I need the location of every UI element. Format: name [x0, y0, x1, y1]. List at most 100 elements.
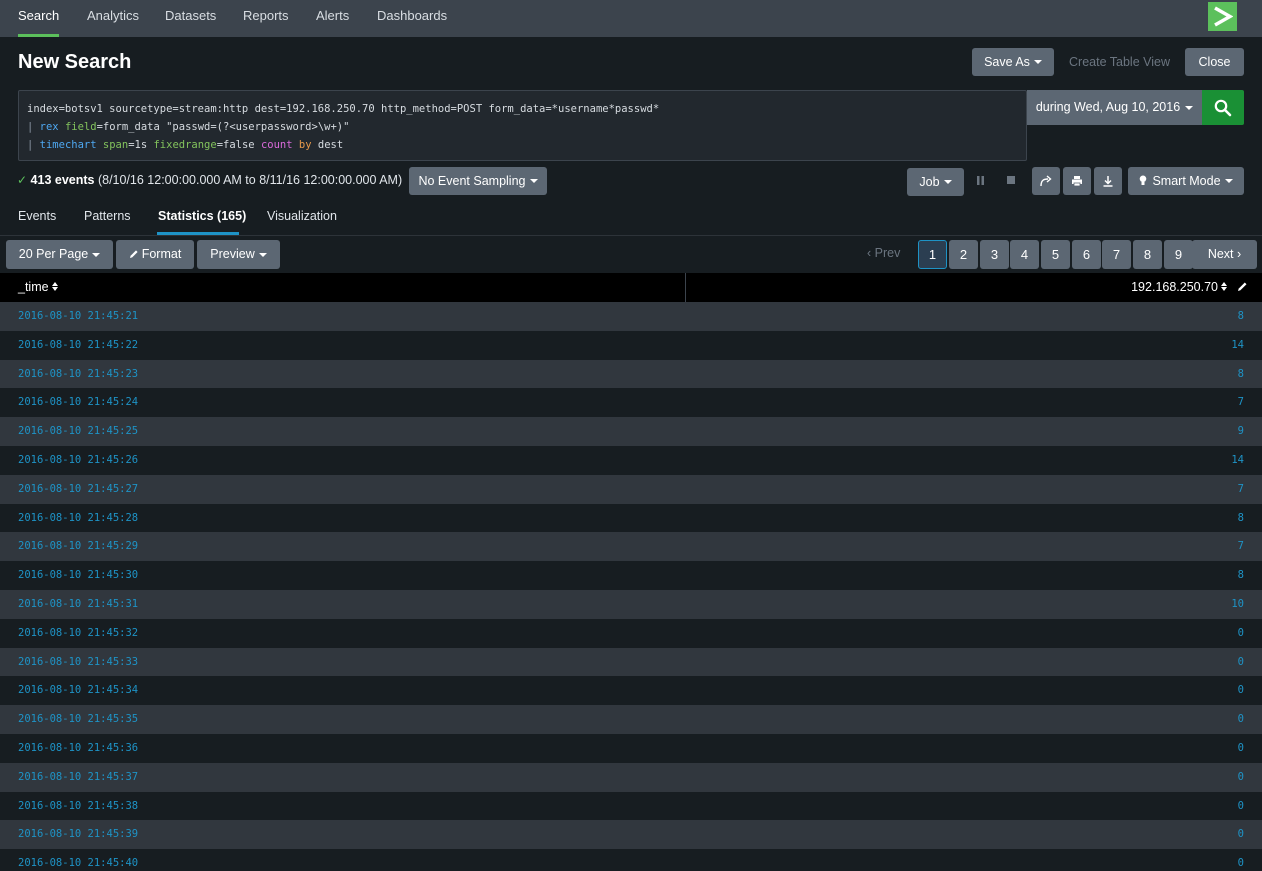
- cell-count[interactable]: 10: [1231, 598, 1244, 610]
- nav-datasets[interactable]: Datasets: [165, 0, 216, 37]
- cell-time[interactable]: 2016-08-10 21:45:25: [18, 425, 138, 437]
- nav-analytics[interactable]: Analytics: [87, 0, 139, 37]
- cell-time[interactable]: 2016-08-10 21:45:33: [18, 656, 138, 668]
- table-row: 2016-08-10 21:45:30 8: [0, 561, 1262, 590]
- cell-count[interactable]: 8: [1238, 569, 1244, 581]
- page-7-button[interactable]: 7: [1102, 240, 1131, 269]
- preview-dropdown[interactable]: Preview: [197, 240, 280, 269]
- search-mode-dropdown[interactable]: Smart Mode: [1128, 167, 1244, 195]
- save-as-button[interactable]: Save As: [972, 48, 1054, 76]
- cell-count[interactable]: 0: [1238, 656, 1244, 668]
- per-page-dropdown[interactable]: 20 Per Page: [6, 240, 113, 269]
- cell-count[interactable]: 7: [1238, 483, 1244, 495]
- cell-time[interactable]: 2016-08-10 21:45:37: [18, 771, 138, 783]
- cell-time[interactable]: 2016-08-10 21:45:35: [18, 713, 138, 725]
- query-text: dest: [311, 139, 344, 151]
- page-1-button[interactable]: 1: [918, 240, 947, 269]
- cell-count[interactable]: 0: [1238, 627, 1244, 639]
- table-body: 2016-08-10 21:45:21 8 2016-08-10 21:45:22 1…: [0, 302, 1262, 871]
- cell-count[interactable]: 14: [1231, 339, 1244, 351]
- tab-visualization[interactable]: Visualization: [267, 209, 337, 223]
- column-header-time[interactable]: _time: [18, 280, 59, 294]
- query-pipe: |: [27, 121, 40, 133]
- event-count: 413 events: [30, 173, 95, 187]
- chevron-down-icon: [92, 252, 101, 257]
- share-icon: [1040, 175, 1052, 187]
- stop-icon[interactable]: [1007, 176, 1016, 186]
- export-button[interactable]: [1094, 167, 1122, 195]
- column-header-time-label: _time: [18, 280, 49, 294]
- nav-search[interactable]: Search: [18, 0, 60, 37]
- cell-time[interactable]: 2016-08-10 21:45:36: [18, 742, 138, 754]
- close-button[interactable]: Close: [1185, 48, 1244, 76]
- nav-alerts[interactable]: Alerts: [316, 0, 349, 37]
- next-page-button[interactable]: Next ›: [1192, 240, 1257, 269]
- cell-count[interactable]: 14: [1231, 454, 1244, 466]
- column-header-dest[interactable]: 192.168.250.70: [1131, 280, 1228, 294]
- pause-icon[interactable]: [977, 176, 985, 186]
- cell-time[interactable]: 2016-08-10 21:45:38: [18, 800, 138, 812]
- cell-time[interactable]: 2016-08-10 21:45:27: [18, 483, 138, 495]
- cell-time[interactable]: 2016-08-10 21:45:29: [18, 540, 138, 552]
- page-3-button[interactable]: 3: [980, 240, 1009, 269]
- search-button[interactable]: [1202, 90, 1244, 125]
- cell-count[interactable]: 7: [1238, 396, 1244, 408]
- cell-count[interactable]: 0: [1238, 857, 1244, 869]
- table-row: 2016-08-10 21:45:27 7: [0, 474, 1262, 504]
- print-button[interactable]: [1063, 167, 1091, 195]
- cell-time[interactable]: 2016-08-10 21:45:26: [18, 454, 138, 466]
- cell-count[interactable]: 8: [1238, 512, 1244, 524]
- cell-time[interactable]: 2016-08-10 21:45:31: [18, 598, 138, 610]
- search-query-input[interactable]: index=botsv1 sourcetype=stream:http dest…: [18, 90, 1027, 161]
- table-row: 2016-08-10 21:45:40 0: [0, 849, 1262, 871]
- print-icon: [1072, 176, 1082, 187]
- query-argument: span: [102, 139, 129, 151]
- cell-time[interactable]: 2016-08-10 21:45:39: [18, 828, 138, 840]
- cell-time[interactable]: 2016-08-10 21:45:40: [18, 857, 138, 869]
- cell-count[interactable]: 0: [1238, 713, 1244, 725]
- column-divider: [685, 273, 686, 302]
- cell-count[interactable]: 0: [1238, 828, 1244, 840]
- cell-time[interactable]: 2016-08-10 21:45:22: [18, 339, 138, 351]
- cell-time[interactable]: 2016-08-10 21:45:32: [18, 627, 138, 639]
- nav-dashboards[interactable]: Dashboards: [377, 0, 447, 37]
- cell-count[interactable]: 0: [1238, 771, 1244, 783]
- cell-time[interactable]: 2016-08-10 21:45:30: [18, 569, 138, 581]
- tab-statistics[interactable]: Statistics (165): [158, 209, 246, 223]
- cell-count[interactable]: 8: [1238, 310, 1244, 322]
- cell-time[interactable]: 2016-08-10 21:45:24: [18, 396, 138, 408]
- cell-time[interactable]: 2016-08-10 21:45:23: [18, 368, 138, 380]
- cell-count[interactable]: 0: [1238, 684, 1244, 696]
- time-range-picker[interactable]: during Wed, Aug 10, 2016: [1027, 90, 1202, 125]
- cell-time[interactable]: 2016-08-10 21:45:28: [18, 512, 138, 524]
- cell-time[interactable]: 2016-08-10 21:45:34: [18, 684, 138, 696]
- cell-count[interactable]: 9: [1238, 425, 1244, 437]
- page-5-button[interactable]: 5: [1041, 240, 1070, 269]
- page-8-button[interactable]: 8: [1133, 240, 1162, 269]
- app-logo-icon[interactable]: [1208, 2, 1237, 31]
- format-button[interactable]: Format: [116, 240, 194, 269]
- page-6-button[interactable]: 6: [1072, 240, 1101, 269]
- share-button[interactable]: [1032, 167, 1060, 195]
- cell-count[interactable]: 0: [1238, 742, 1244, 754]
- cell-count[interactable]: 0: [1238, 800, 1244, 812]
- page-2-button[interactable]: 2: [949, 240, 978, 269]
- job-menu-button[interactable]: Job: [907, 168, 964, 196]
- create-table-view-link[interactable]: Create Table View: [1069, 55, 1170, 69]
- tab-patterns[interactable]: Patterns: [84, 209, 131, 223]
- cell-count[interactable]: 7: [1238, 540, 1244, 552]
- sort-icon: [51, 282, 59, 292]
- cell-time[interactable]: 2016-08-10 21:45:21: [18, 310, 138, 322]
- page-4-button[interactable]: 4: [1010, 240, 1039, 269]
- page-9-button[interactable]: 9: [1164, 240, 1193, 269]
- event-sampling-dropdown[interactable]: No Event Sampling: [409, 167, 547, 195]
- query-line-3: | timechart span=1s fixedrange=false cou…: [27, 136, 1026, 154]
- query-text: index=botsv1 sourcetype=stream:http dest…: [27, 103, 660, 115]
- prev-page-link[interactable]: ‹ Prev: [867, 246, 900, 260]
- job-label: Job: [919, 175, 940, 189]
- cell-count[interactable]: 8: [1238, 368, 1244, 380]
- tab-events[interactable]: Events: [18, 209, 56, 223]
- nav-reports[interactable]: Reports: [243, 0, 289, 37]
- pencil-icon[interactable]: [1237, 281, 1248, 292]
- results-tabs: Events Patterns Statistics (165) Visuali…: [0, 200, 1262, 236]
